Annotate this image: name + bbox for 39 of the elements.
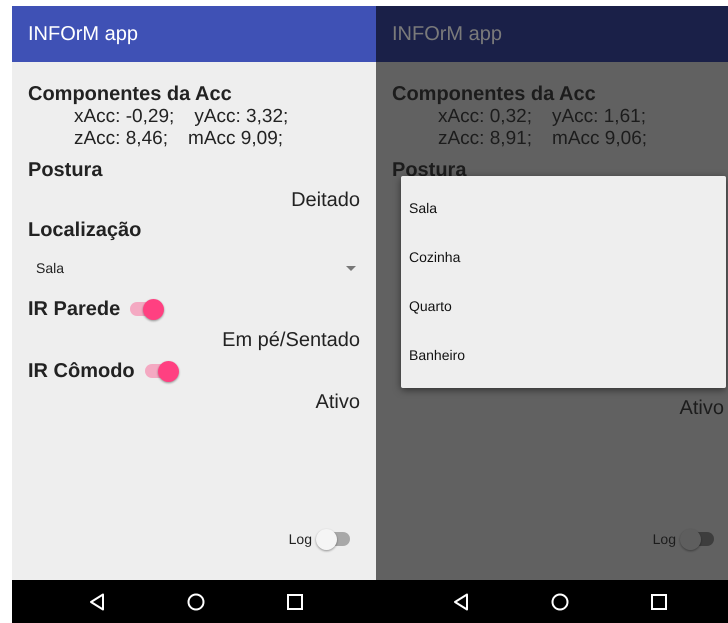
toggle-switch[interactable] xyxy=(680,528,716,550)
menu-item[interactable]: Banheiro xyxy=(401,331,726,380)
menu-item[interactable]: Cozinha xyxy=(401,233,726,282)
section-heading: Componentes da Acc xyxy=(28,82,232,106)
section-heading: Localização xyxy=(28,218,142,242)
back-icon[interactable] xyxy=(89,592,105,610)
sensor-reading: zAcc: 8,91; xyxy=(438,128,532,150)
status-value: Ativo xyxy=(316,390,360,414)
status-value: Deitado xyxy=(291,188,360,212)
log-label: Log xyxy=(288,530,312,549)
menu-item[interactable]: Sala xyxy=(401,184,726,233)
sensor-reading: xAcc: 0,32; xyxy=(438,106,532,128)
home-icon[interactable] xyxy=(551,592,569,610)
toggle-switch[interactable] xyxy=(142,360,179,382)
location-dropdown[interactable]: Sala xyxy=(28,250,360,286)
switch-label: IR Cômodo xyxy=(28,359,135,384)
dropdown-caret-icon xyxy=(346,266,356,270)
toggle-switch[interactable] xyxy=(128,298,164,320)
sensor-reading: zAcc: 8,46; xyxy=(74,128,168,150)
home-icon[interactable] xyxy=(187,592,205,610)
sensor-reading: yAcc: 3,32; xyxy=(194,106,288,128)
app-title: INFOrM app xyxy=(28,22,138,47)
app-title: INFOrM app xyxy=(392,22,502,47)
section-heading: Componentes da Acc xyxy=(392,82,596,106)
sensor-reading: mAcc 9,09; xyxy=(188,128,284,150)
recents-icon[interactable] xyxy=(651,594,667,610)
section-heading: Postura xyxy=(28,158,102,182)
menu-item[interactable]: Quarto xyxy=(401,282,726,331)
back-icon[interactable] xyxy=(453,592,469,610)
section-heading: Postura xyxy=(392,158,466,182)
sensor-reading: yAcc: 1,61; xyxy=(552,106,646,128)
switch-label: IR Parede xyxy=(28,297,120,322)
status-value: Ativo xyxy=(680,396,724,420)
sensor-reading: mAcc 9,06; xyxy=(552,128,648,150)
toggle-switch[interactable] xyxy=(316,528,352,550)
sensor-reading: xAcc: -0,29; xyxy=(74,106,174,128)
recents-icon[interactable] xyxy=(287,594,303,610)
log-label: Log xyxy=(652,530,676,549)
status-value: Em pé/Sentado xyxy=(222,328,360,352)
